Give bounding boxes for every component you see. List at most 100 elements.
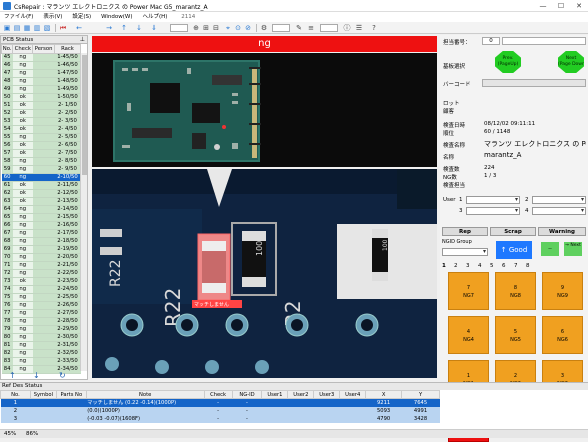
user-1-select[interactable] [466,196,520,204]
next-arrow-icon[interactable]: → [105,24,113,32]
layer-select[interactable] [320,24,338,32]
ref-col-user1[interactable]: User1 [261,390,289,399]
split-icon[interactable]: ⊘ [244,24,252,32]
ref-row[interactable]: 1 マッチしません (0.22 -0.14)(1000P) - -9211 7645 [0,398,440,407]
next-small-button[interactable]: → Next [564,242,582,256]
barcode-field[interactable] [482,79,586,87]
fit-icon[interactable]: ⊞ [202,24,210,32]
menu-help[interactable]: ヘルプ(H) [138,12,171,22]
pcb-row[interactable]: 56 ok 2- 6/50 [1,141,81,150]
pcb-row[interactable]: 77 ng 2-27/50 [1,309,81,318]
pcb-row[interactable]: 58 ng 2- 8/50 [1,157,81,166]
pcb-row[interactable]: 72 ng 2-22/50 [1,269,81,278]
warning-button[interactable]: Warning [538,227,586,236]
zoom-select[interactable] [170,24,188,32]
print-icon[interactable]: ▧ [43,24,51,32]
scrap-button[interactable]: Scrap [490,227,536,236]
pcb-row[interactable]: 66 ng 2-16/50 [1,221,81,230]
pcb-row[interactable]: 45 ng 1-45/50 [1,53,81,62]
pcb-row[interactable]: 69 ng 2-19/50 [1,245,81,254]
pcb-row[interactable]: 65 ng 2-15/50 [1,213,81,222]
ng-tab-8[interactable]: 8 [526,263,530,269]
ng-tab-6[interactable]: 6 [502,263,506,269]
folder-icon[interactable]: ▦ [23,24,31,32]
save-icon[interactable]: ▤ [13,24,21,32]
ng-tab-5[interactable]: 5 [490,263,494,269]
open-icon[interactable]: ▣ [3,24,11,32]
good-button[interactable]: ↑ Good [496,241,532,259]
ref-col-parts-no[interactable]: Parts No [55,390,87,399]
pcb-row[interactable]: 46 ng 1-46/50 [1,61,81,70]
ref-col-user4[interactable]: User4 [339,390,367,399]
pcb-row[interactable]: 50 ok 1-50/50 [1,93,81,102]
ref-col-user3[interactable]: User3 [313,390,341,399]
layer-icon[interactable]: ≡ [307,24,315,32]
view-icon[interactable]: ⌖ [224,24,232,32]
ng-tile-5[interactable]: 5 NG5 [495,316,536,354]
pcb-row[interactable]: 73 ok 2-23/50 [1,277,81,286]
col-check[interactable]: Check [12,44,34,54]
ng-tab-4[interactable]: 4 [478,263,482,269]
col-no[interactable]: No. [0,44,14,54]
pcb-row[interactable]: 53 ok 2- 3/50 [1,117,81,126]
pcb-row[interactable]: 49 ng 1-49/50 [1,85,81,94]
board-no-field[interactable]: 0 [482,37,500,45]
pcb-row[interactable]: 82 ng 2-32/50 [1,349,81,358]
refresh-icon[interactable]: ↻ [59,371,66,381]
ng-tab-7[interactable]: 7 [514,263,518,269]
pcb-row[interactable]: 78 ng 2-28/50 [1,317,81,326]
pcb-row[interactable]: 63 ok 2-13/50 [1,197,81,206]
pcb-row[interactable]: 61 ok 2-11/50 [1,181,81,190]
pcb-row[interactable]: 64 ng 2-14/50 [1,205,81,214]
user-3-select[interactable] [466,207,520,215]
list-icon[interactable]: ☰ [355,24,363,32]
first-icon[interactable]: ⏮ [59,24,67,32]
down-arrow-icon[interactable]: ↓ [33,371,40,381]
ng-tile-7[interactable]: 7 NG7 [448,272,489,310]
board-zoom-image[interactable]: R22 R22 R2 マッチしません 100 100 [92,169,437,378]
ref-col-check[interactable]: Check [203,390,233,399]
ng-tile-4[interactable]: 4 NG4 [448,316,489,354]
target-icon[interactable]: ⊙ [234,24,242,32]
pcb-row[interactable]: 75 ng 2-25/50 [1,293,81,302]
ref-col-note[interactable]: Note [85,390,205,399]
prev-page-button[interactable]: Prev. (PageUp) [495,51,521,73]
user-4-select[interactable] [532,207,586,215]
menu-view[interactable]: 表示(V) [39,12,66,22]
pcb-row[interactable]: 67 ng 2-17/50 [1,229,81,238]
maximize-button[interactable]: ☐ [552,0,570,12]
ref-col-x[interactable]: X [365,390,403,399]
tool-icon[interactable]: ✎ [295,24,303,32]
pcb-row[interactable]: 57 ok 2- 7/50 [1,149,81,158]
settings-icon[interactable]: ⚙ [260,24,268,32]
menu-window[interactable]: Window(W) [97,12,136,22]
pin-icon[interactable]: ⊥ [80,36,85,44]
col-person[interactable]: Person [32,44,55,54]
ref-col-no-[interactable]: No. [0,390,31,399]
pcb-row[interactable]: 54 ok 2- 4/50 [1,125,81,134]
pcb-row[interactable]: 48 ng 1-48/50 [1,77,81,86]
pcb-row[interactable]: 47 ng 1-47/50 [1,69,81,78]
down-arrow-icon-2[interactable]: ⇓ [150,24,158,32]
menu-file[interactable]: ファイル(F) [0,12,37,22]
ref-col-y[interactable]: Y [401,390,440,399]
pcb-row[interactable]: 62 ok 2-12/50 [1,189,81,198]
pcb-row[interactable]: 59 ng 2- 9/50 [1,165,81,174]
pcb-row[interactable]: 51 ok 2- 1/50 [1,101,81,110]
help-icon[interactable]: ? [370,24,378,32]
up-arrow-icon[interactable]: ↑ [9,371,16,381]
small-green-button[interactable]: -- [541,242,559,256]
pcb-row[interactable]: 55 ng 2- 5/50 [1,133,81,142]
ng-tab-3[interactable]: 3 [466,263,470,269]
ref-col-user2[interactable]: User2 [287,390,315,399]
pcb-row[interactable]: 79 ng 2-29/50 [1,325,81,334]
down-arrow-icon[interactable]: ↓ [135,24,143,32]
grid-icon[interactable]: ⊟ [212,24,220,32]
ref-row[interactable]: 3 (-0.03 -0.07)(1608F) - -4790 3428 [0,414,440,423]
pcb-row[interactable]: 81 ng 2-31/50 [1,341,81,350]
board-no-text[interactable] [502,37,586,45]
pcb-row[interactable]: 80 ng 2-30/50 [1,333,81,342]
pcb-row[interactable]: 70 ng 2-20/50 [1,253,81,262]
ref-col-ng-id[interactable]: NG-ID [231,390,263,399]
zoom-icon[interactable]: ⊕ [192,24,200,32]
